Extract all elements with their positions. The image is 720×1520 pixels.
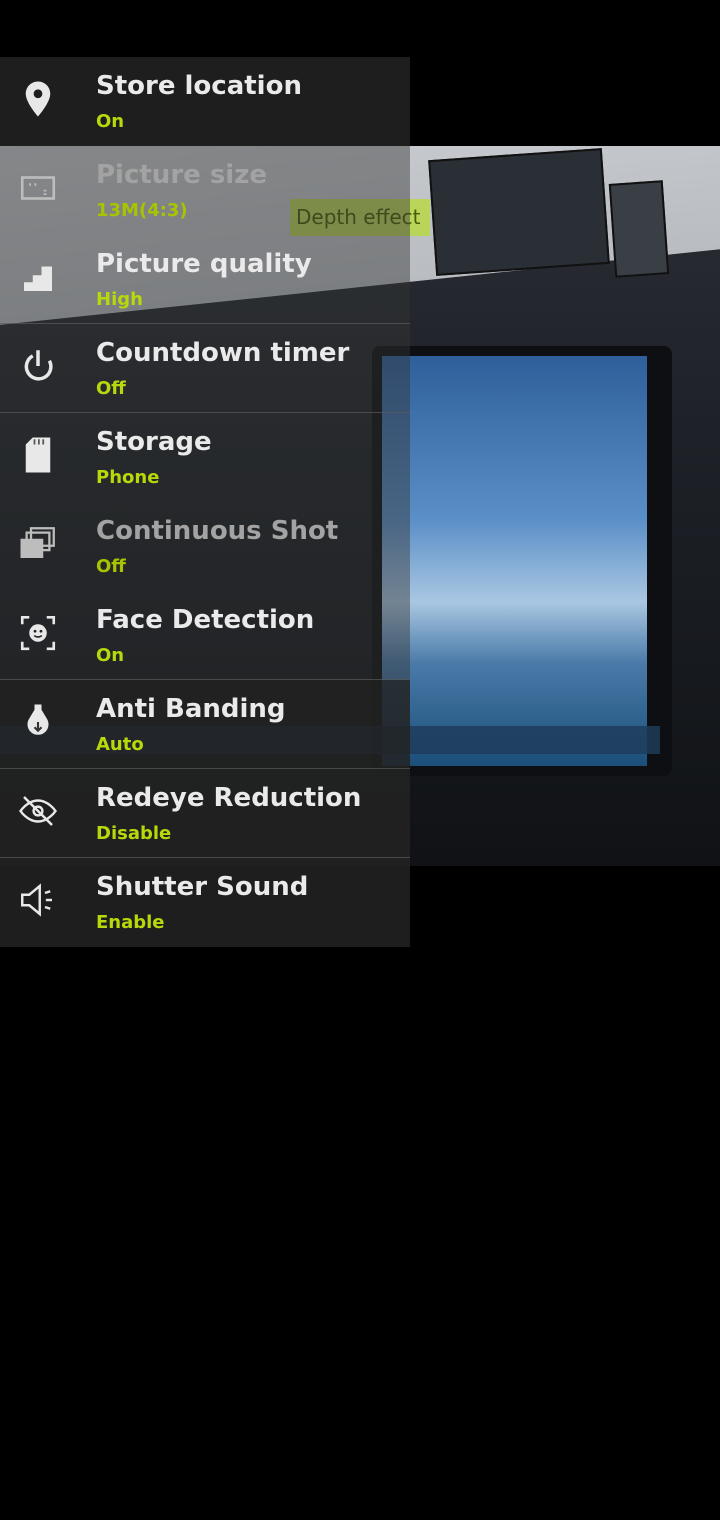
setting-label: Face Detection bbox=[96, 605, 315, 635]
setting-store-location[interactable]: Store location On bbox=[0, 57, 410, 146]
timer-icon bbox=[14, 342, 62, 390]
setting-label: Store location bbox=[96, 71, 302, 101]
setting-label: Shutter Sound bbox=[96, 872, 309, 902]
bulb-icon bbox=[14, 698, 62, 746]
setting-label: Picture quality bbox=[96, 249, 312, 279]
setting-storage[interactable]: Storage Phone bbox=[0, 413, 410, 502]
setting-value: Enable bbox=[96, 912, 165, 933]
sd-card-icon bbox=[14, 431, 62, 479]
setting-value: High bbox=[96, 289, 143, 310]
setting-value: Disable bbox=[96, 823, 172, 844]
setting-label: Continuous Shot bbox=[96, 516, 339, 546]
camera-settings-panel: Store location On Picture size 13M(4:3) … bbox=[0, 57, 410, 947]
setting-value: Off bbox=[96, 378, 126, 399]
setting-value: On bbox=[96, 645, 125, 666]
face-detect-icon bbox=[14, 609, 62, 657]
setting-redeye-reduction[interactable]: Redeye Reduction Disable bbox=[0, 769, 410, 858]
location-pin-icon bbox=[14, 75, 62, 123]
setting-value: Phone bbox=[96, 467, 160, 488]
setting-label: Picture size bbox=[96, 160, 267, 190]
setting-anti-banding[interactable]: Anti Banding Auto bbox=[0, 680, 410, 769]
burst-icon bbox=[14, 520, 62, 568]
setting-label: Redeye Reduction bbox=[96, 783, 362, 813]
setting-countdown-timer[interactable]: Countdown timer Off bbox=[0, 324, 410, 413]
eye-off-icon bbox=[14, 787, 62, 835]
setting-value: Off bbox=[96, 556, 126, 577]
setting-shutter-sound[interactable]: Shutter Sound Enable bbox=[0, 858, 410, 947]
setting-value: 13M(4:3) bbox=[96, 200, 188, 221]
setting-value: On bbox=[96, 111, 125, 132]
setting-label: Anti Banding bbox=[96, 694, 286, 724]
aspect-ratio-icon bbox=[14, 164, 62, 212]
setting-value: Auto bbox=[96, 734, 144, 755]
quality-steps-icon bbox=[14, 253, 62, 301]
setting-label: Countdown timer bbox=[96, 338, 350, 368]
setting-label: Storage bbox=[96, 427, 212, 457]
preview-thumbnails bbox=[428, 148, 610, 276]
setting-continuous-shot[interactable]: Continuous Shot Off bbox=[0, 502, 410, 591]
setting-face-detection[interactable]: Face Detection On bbox=[0, 591, 410, 680]
preview-thumbnails-2 bbox=[608, 180, 670, 278]
setting-picture-size[interactable]: Picture size 13M(4:3) bbox=[0, 146, 410, 235]
speaker-icon bbox=[14, 876, 62, 924]
setting-picture-quality[interactable]: Picture quality High bbox=[0, 235, 410, 324]
preview-wallpaper bbox=[382, 356, 647, 766]
